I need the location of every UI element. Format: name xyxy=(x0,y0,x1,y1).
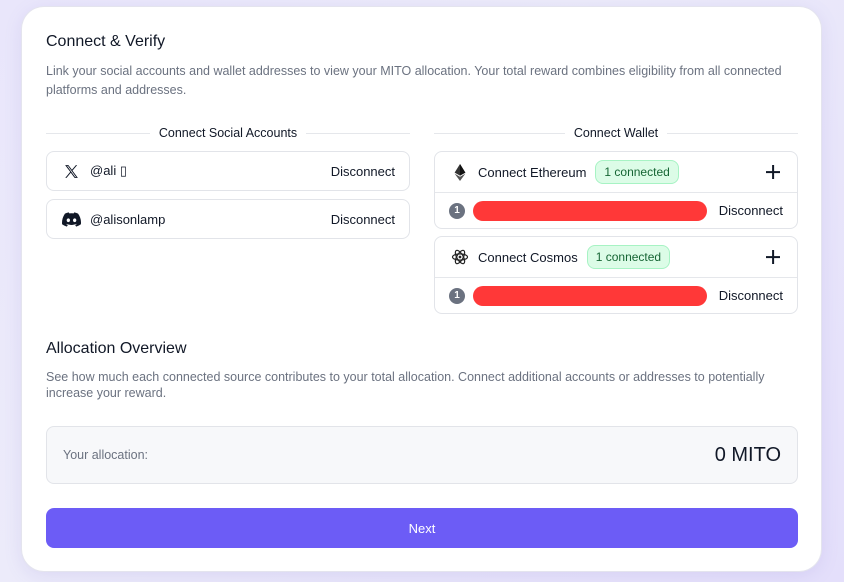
ethereum-label: Connect Ethereum xyxy=(478,164,587,180)
redacted-address xyxy=(472,285,707,306)
redacted-address xyxy=(472,200,707,221)
allocation-summary: Your allocation: 0 MITO xyxy=(46,426,798,484)
ethereum-address-row: 1 Disconnect xyxy=(435,193,797,228)
social-account-x: @ali ▯ Disconnect xyxy=(46,151,410,191)
cosmos-disconnect-button[interactable]: Disconnect xyxy=(719,288,783,303)
x-handle: @ali ▯ xyxy=(90,163,127,178)
ethereum-status-badge: 1 connected xyxy=(595,160,679,184)
social-section-heading: Connect Social Accounts xyxy=(46,124,410,142)
connect-description: Link your social accounts and wallet add… xyxy=(46,64,782,97)
allocation-description: See how much each connected source contr… xyxy=(46,370,765,400)
cosmos-label: Connect Cosmos xyxy=(478,249,578,265)
allocation-value: 0 MITO xyxy=(714,443,781,466)
social-heading-label: Connect Social Accounts xyxy=(158,126,298,140)
page-title: Connect & Verify xyxy=(46,33,166,50)
x-icon xyxy=(61,161,81,181)
social-account-discord: @alisonlamp Disconnect xyxy=(46,199,410,239)
discord-icon xyxy=(61,209,81,229)
wallet-heading-label: Connect Wallet xyxy=(573,126,659,140)
connect-verify-card: Connect & Verify Link your social accoun… xyxy=(22,7,821,571)
allocation-label: Your allocation: xyxy=(63,448,149,462)
divider xyxy=(306,132,410,134)
cosmos-address-row: 1 Disconnect xyxy=(435,278,797,313)
divider xyxy=(46,132,150,134)
discord-disconnect-button[interactable]: Disconnect xyxy=(331,212,395,227)
add-cosmos-address-button[interactable] xyxy=(763,247,783,267)
ethereum-disconnect-button[interactable]: Disconnect xyxy=(719,203,783,218)
address-index-badge: 1 xyxy=(449,287,465,304)
address-index-badge: 1 xyxy=(449,202,465,219)
discord-handle: @alisonlamp xyxy=(90,211,166,227)
add-ethereum-address-button[interactable] xyxy=(763,162,783,182)
cosmos-icon xyxy=(451,248,469,266)
x-disconnect-button[interactable]: Disconnect xyxy=(331,164,395,179)
cosmos-header: Connect Cosmos 1 connected xyxy=(435,237,797,278)
next-button[interactable]: Next xyxy=(46,508,798,548)
cosmos-status-badge: 1 connected xyxy=(586,245,671,269)
ethereum-icon xyxy=(451,163,469,181)
wallet-ethereum: Connect Ethereum 1 connected 1 Disconnec… xyxy=(434,151,798,229)
divider xyxy=(434,132,565,134)
wallet-section-heading: Connect Wallet xyxy=(434,124,799,142)
ethereum-header: Connect Ethereum 1 connected xyxy=(435,152,797,193)
allocation-title: Allocation Overview xyxy=(46,340,187,357)
divider xyxy=(667,132,799,134)
wallet-cosmos: Connect Cosmos 1 connected 1 Disconnect xyxy=(434,236,798,314)
